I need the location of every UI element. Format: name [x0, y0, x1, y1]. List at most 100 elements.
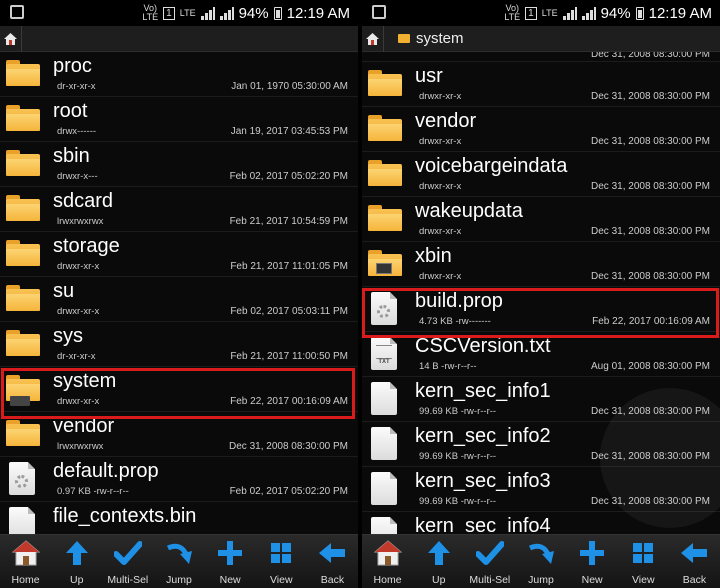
list-item[interactable]: storage drwxr-xr-x Feb 21, 2017 11:01:05 P…	[0, 232, 358, 277]
file-date: Dec 31, 2008 08:30:00 PM	[591, 226, 710, 237]
file-icon	[371, 517, 397, 534]
file-name: sbin	[53, 145, 90, 167]
file-name: su	[53, 280, 75, 302]
grid-view-icon	[266, 540, 296, 566]
file-name: file_contexts.bin	[53, 505, 197, 527]
jump-button[interactable]: Jump	[516, 535, 566, 588]
file-date: Feb 21, 2017 11:01:05 PM	[230, 261, 348, 272]
file-date: Jan 19, 2017 03:45:53 PM	[230, 126, 348, 137]
folder-icon	[6, 330, 40, 356]
list-item[interactable]: voicebargeindata drwxr-xr-x Dec 31, 2008 0…	[362, 152, 720, 197]
file-date: Jan 01, 1970 05:30:00 AM	[231, 81, 348, 92]
right-screen: Vo) LTE 1 LTE 94% 12:19 AM system Dec 31,…	[362, 0, 720, 588]
status-bar: Vo) LTE 1 LTE 94% 12:19 AM	[362, 0, 720, 26]
clock: 12:19 AM	[286, 4, 350, 22]
folder-icon	[368, 160, 402, 186]
text-file-icon: TXT	[371, 337, 397, 370]
list-item[interactable]: vendor drwxr-xr-x Dec 31, 2008 08:30:00 PM	[362, 107, 720, 152]
left-screen: Vo) LTE 1 LTE 94% 12:19 AM proc dr-xr-xr-x…	[0, 0, 358, 588]
list-item[interactable]: build.prop 4.73 KB -rw------- Feb 22, 2017…	[362, 287, 720, 332]
file-name: sdcard	[53, 190, 114, 212]
folder-icon	[6, 420, 40, 446]
file-list: proc dr-xr-xr-x Jan 01, 1970 05:30:00 AM ro…	[0, 52, 358, 534]
file-name: default.prop	[53, 460, 159, 482]
file-permissions: 99.69 KB -rw-r--r--	[419, 496, 497, 507]
file-name: usr	[415, 65, 443, 87]
folder-small-icon	[398, 34, 410, 43]
file-date: Dec 31, 2008 08:30:00 PM	[591, 136, 710, 147]
new-button[interactable]: New	[567, 535, 617, 588]
list-item[interactable]: sys dr-xr-xr-x Feb 21, 2017 11:00:50 PM	[0, 322, 358, 367]
list-item[interactable]: default.prop 0.97 KB -rw-r--r-- Feb 02, 20…	[0, 457, 358, 502]
battery-icon	[635, 6, 644, 20]
list-item[interactable]: kern_sec_info2 99.69 KB -rw-r--r-- Dec 31,…	[362, 422, 720, 467]
list-item[interactable]: proc dr-xr-xr-x Jan 01, 1970 05:30:00 AM	[0, 52, 358, 97]
home-label: Home	[11, 574, 40, 586]
file-permissions: lrwxrwxrwx	[57, 216, 104, 227]
list-item[interactable]: file_contexts.bin	[0, 502, 358, 534]
home-crumb[interactable]	[362, 25, 384, 52]
file-date: Dec 31, 2008 08:30:00 PM	[591, 451, 710, 462]
file-date: Feb 02, 2017 05:03:11 PM	[230, 306, 348, 317]
file-date: Feb 22, 2017 00:16:09 AM	[592, 316, 710, 327]
list-item-partial[interactable]: Dec 31, 2008 08:30:00 PM	[362, 52, 720, 62]
up-arrow-icon	[424, 540, 454, 566]
up-button[interactable]: Up	[52, 535, 102, 588]
file-icon	[9, 507, 35, 534]
volte-icon: Vo) LTE	[142, 3, 159, 22]
list-item[interactable]: usr drwxr-xr-x Dec 31, 2008 08:30:00 PM	[362, 62, 720, 107]
jump-button[interactable]: Jump	[154, 535, 204, 588]
file-icon	[371, 427, 397, 460]
home-crumb[interactable]	[0, 25, 22, 52]
signal-icon-2	[219, 6, 234, 20]
file-date: Dec 31, 2008 08:30:00 PM	[229, 441, 348, 452]
file-name: voicebargeindata	[415, 155, 568, 177]
back-button[interactable]: Back	[669, 535, 719, 588]
home-button[interactable]: Home	[1, 535, 51, 588]
folder-icon	[368, 70, 402, 96]
file-name: vendor	[53, 415, 115, 437]
folder-icon	[368, 205, 402, 231]
list-item[interactable]: vendor lrwxrwxrwx Dec 31, 2008 08:30:00 PM	[0, 412, 358, 457]
notification-icon	[372, 5, 386, 19]
view-button[interactable]: View	[618, 535, 668, 588]
folder-icon	[368, 115, 402, 141]
battery-icon	[273, 6, 282, 20]
lte-icon: LTE	[541, 7, 558, 18]
list-item[interactable]: system drwxr-xr-x Feb 22, 2017 00:16:09 AM	[0, 367, 358, 412]
file-name: wakeupdata	[415, 200, 523, 222]
notification-icon	[10, 5, 24, 19]
folder-icon	[368, 250, 402, 276]
settings-file-icon	[9, 462, 35, 495]
list-item[interactable]: xbin drwxr-xr-x Dec 31, 2008 08:30:00 PM	[362, 242, 720, 287]
file-icon	[371, 382, 397, 415]
list-item[interactable]: kern_sec_info4	[362, 512, 720, 534]
bottom-toolbar: Home Up Multi-Sel Jump New View Back	[0, 534, 358, 588]
file-name: proc	[53, 55, 92, 77]
file-permissions: 0.97 KB -rw-r--r--	[57, 486, 129, 497]
list-item[interactable]: sbin drwxr-x--- Feb 02, 2017 05:02:20 PM	[0, 142, 358, 187]
multisel-button[interactable]: Multi-Sel	[103, 535, 153, 588]
list-item[interactable]: sdcard lrwxrwxrwx Feb 21, 2017 10:54:59 PM	[0, 187, 358, 232]
breadcrumb-system[interactable]: system	[384, 30, 464, 47]
multisel-button[interactable]: Multi-Sel	[465, 535, 515, 588]
folder-icon	[6, 285, 40, 311]
list-item[interactable]: wakeupdata drwxr-xr-x Dec 31, 2008 08:30:0…	[362, 197, 720, 242]
list-item[interactable]: kern_sec_info1 99.69 KB -rw-r--r-- Dec 31,…	[362, 377, 720, 422]
file-name: storage	[53, 235, 120, 257]
list-item[interactable]: kern_sec_info3 99.69 KB -rw-r--r-- Dec 31,…	[362, 467, 720, 512]
signal-icon	[200, 6, 215, 20]
file-date: Aug 01, 2008 08:30:00 PM	[591, 361, 710, 372]
list-item[interactable]: su drwxr-xr-x Feb 02, 2017 05:03:11 PM	[0, 277, 358, 322]
jump-label: Jump	[528, 574, 554, 586]
home-button[interactable]: Home	[363, 535, 413, 588]
file-date: Dec 31, 2008 08:30:00 PM	[591, 271, 710, 282]
file-permissions: dr-xr-xr-x	[57, 81, 96, 92]
new-button[interactable]: New	[205, 535, 255, 588]
list-item[interactable]: root drwx------ Jan 19, 2017 03:45:53 PM	[0, 97, 358, 142]
multisel-label: Multi-Sel	[469, 574, 511, 586]
up-button[interactable]: Up	[414, 535, 464, 588]
view-button[interactable]: View	[256, 535, 306, 588]
list-item[interactable]: TXT CSCVersion.txt 14 B -rw-r--r-- Aug 01, …	[362, 332, 720, 377]
back-button[interactable]: Back	[307, 535, 357, 588]
